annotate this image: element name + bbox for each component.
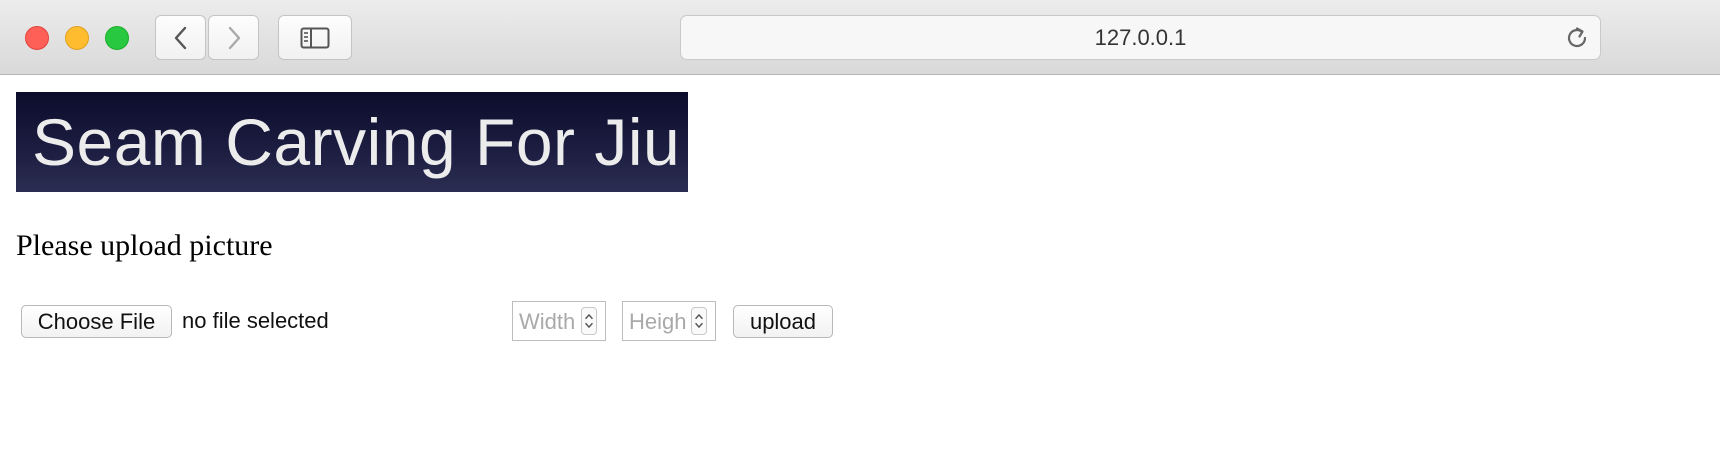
height-placeholder: Height [629,309,687,334]
page-heading: Please upload picture [16,229,273,262]
height-stepper-icon[interactable] [691,307,707,335]
minimize-window-icon[interactable] [65,26,89,50]
banner-image: Seam Carving For Jiu [16,92,688,192]
file-status-text: no file selected [182,308,329,333]
navigation-buttons [155,15,259,60]
width-input[interactable]: Width [512,301,606,341]
sidebar-icon [300,27,330,48]
chevron-right-icon [228,26,240,49]
reload-icon[interactable] [1564,25,1590,51]
sidebar-toggle-button[interactable] [278,15,352,60]
choose-file-button[interactable]: Choose File [21,305,172,338]
close-window-icon[interactable] [25,26,49,50]
width-placeholder: Width [519,309,576,334]
upload-button[interactable]: upload [733,305,833,338]
banner-title: Seam Carving For Jiu [32,105,681,179]
chevron-left-icon [174,26,186,49]
address-bar[interactable]: 127.0.0.1 [680,15,1601,60]
browser-window: 127.0.0.1 Seam Carving For Jiu Please up… [0,0,1720,468]
width-stepper-icon[interactable] [581,307,597,335]
maximize-window-icon[interactable] [105,26,129,50]
url-text: 127.0.0.1 [1094,24,1187,50]
browser-toolbar: 127.0.0.1 [0,0,1720,75]
back-button[interactable] [155,15,206,60]
height-input[interactable]: Height [622,301,716,341]
forward-button[interactable] [208,15,259,60]
page-content: Seam Carving For Jiu Please upload pictu… [0,75,1720,468]
